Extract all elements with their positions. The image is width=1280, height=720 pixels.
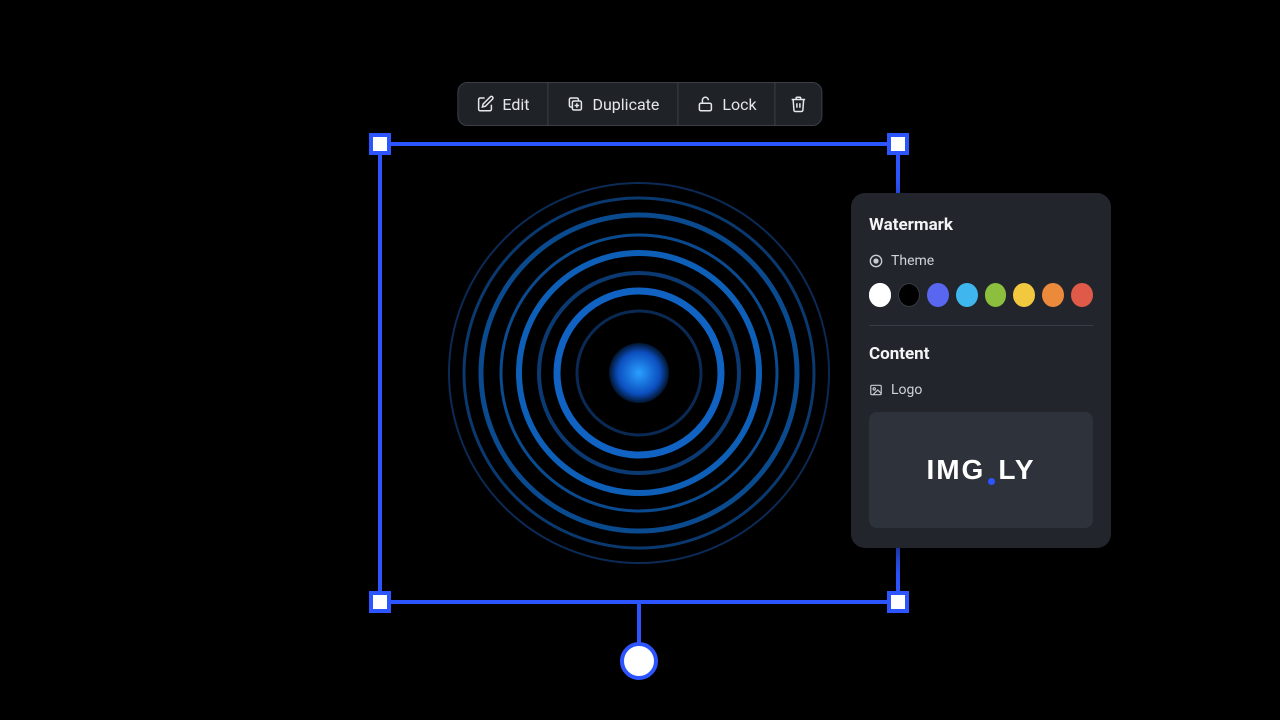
- logo-row: Logo: [869, 382, 1093, 398]
- duplicate-label: Duplicate: [592, 95, 659, 114]
- logo-text-part-b: LY: [998, 454, 1035, 485]
- resize-handle-tl[interactable]: [369, 133, 391, 155]
- canvas-content: [382, 146, 896, 600]
- edit-icon: [476, 95, 494, 113]
- logo-label: Logo: [891, 382, 922, 398]
- logo-wordmark: IMG LY: [926, 454, 1035, 486]
- color-swatch-orange[interactable]: [1042, 283, 1064, 307]
- context-toolbar: Edit Duplicate Lock: [457, 82, 822, 126]
- edit-label: Edit: [502, 95, 529, 114]
- lock-button[interactable]: Lock: [677, 83, 774, 125]
- selection-bounds[interactable]: [378, 142, 900, 604]
- duplicate-button[interactable]: Duplicate: [547, 83, 677, 125]
- delete-button[interactable]: [775, 83, 822, 125]
- watermark-panel: Watermark Theme Content Logo IMG LY: [851, 193, 1111, 548]
- trash-icon: [790, 95, 808, 113]
- unlock-icon: [696, 95, 714, 113]
- color-swatch-indigo[interactable]: [927, 283, 949, 307]
- image-icon: [869, 383, 883, 397]
- resize-handle-tr[interactable]: [887, 133, 909, 155]
- color-swatch-white[interactable]: [869, 283, 891, 307]
- rotation-handle[interactable]: [620, 642, 658, 680]
- panel-title: Watermark: [869, 215, 1093, 235]
- color-swatch-black[interactable]: [898, 283, 920, 307]
- theme-swatches: [869, 283, 1093, 307]
- color-swatch-sky[interactable]: [956, 283, 978, 307]
- content-heading: Content: [869, 344, 1093, 364]
- lock-label: Lock: [722, 95, 756, 114]
- logo-dot-icon: [988, 478, 995, 485]
- theme-row: Theme: [869, 253, 1093, 269]
- logo-text-part-a: IMG: [926, 454, 985, 485]
- duplicate-icon: [566, 95, 584, 113]
- theme-label: Theme: [891, 253, 934, 269]
- color-swatch-green[interactable]: [985, 283, 1007, 307]
- divider: [869, 325, 1093, 326]
- resize-handle-bl[interactable]: [369, 591, 391, 613]
- radio-icon: [869, 254, 883, 268]
- logo-preview[interactable]: IMG LY: [869, 412, 1093, 528]
- edit-button[interactable]: Edit: [458, 83, 547, 125]
- color-swatch-red[interactable]: [1071, 283, 1093, 307]
- color-swatch-yellow[interactable]: [1013, 283, 1035, 307]
- resize-handle-br[interactable]: [887, 591, 909, 613]
